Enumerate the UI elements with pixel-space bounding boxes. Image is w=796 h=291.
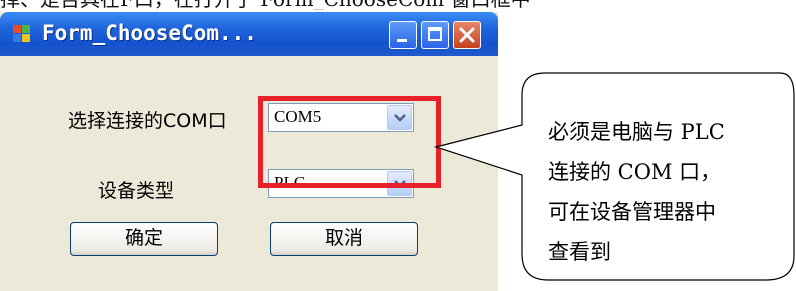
callout-line: 连接的 COM 口， bbox=[548, 160, 722, 184]
callout-line: 可在设备管理器中 bbox=[548, 200, 716, 224]
callout-line: 必须是电脑与 PLC bbox=[548, 120, 725, 144]
callout-line: 查看到 bbox=[548, 240, 611, 264]
callout-note: 必须是电脑与 PLC 连接的 COM 口， 可在设备管理器中 查看到 bbox=[548, 112, 788, 272]
